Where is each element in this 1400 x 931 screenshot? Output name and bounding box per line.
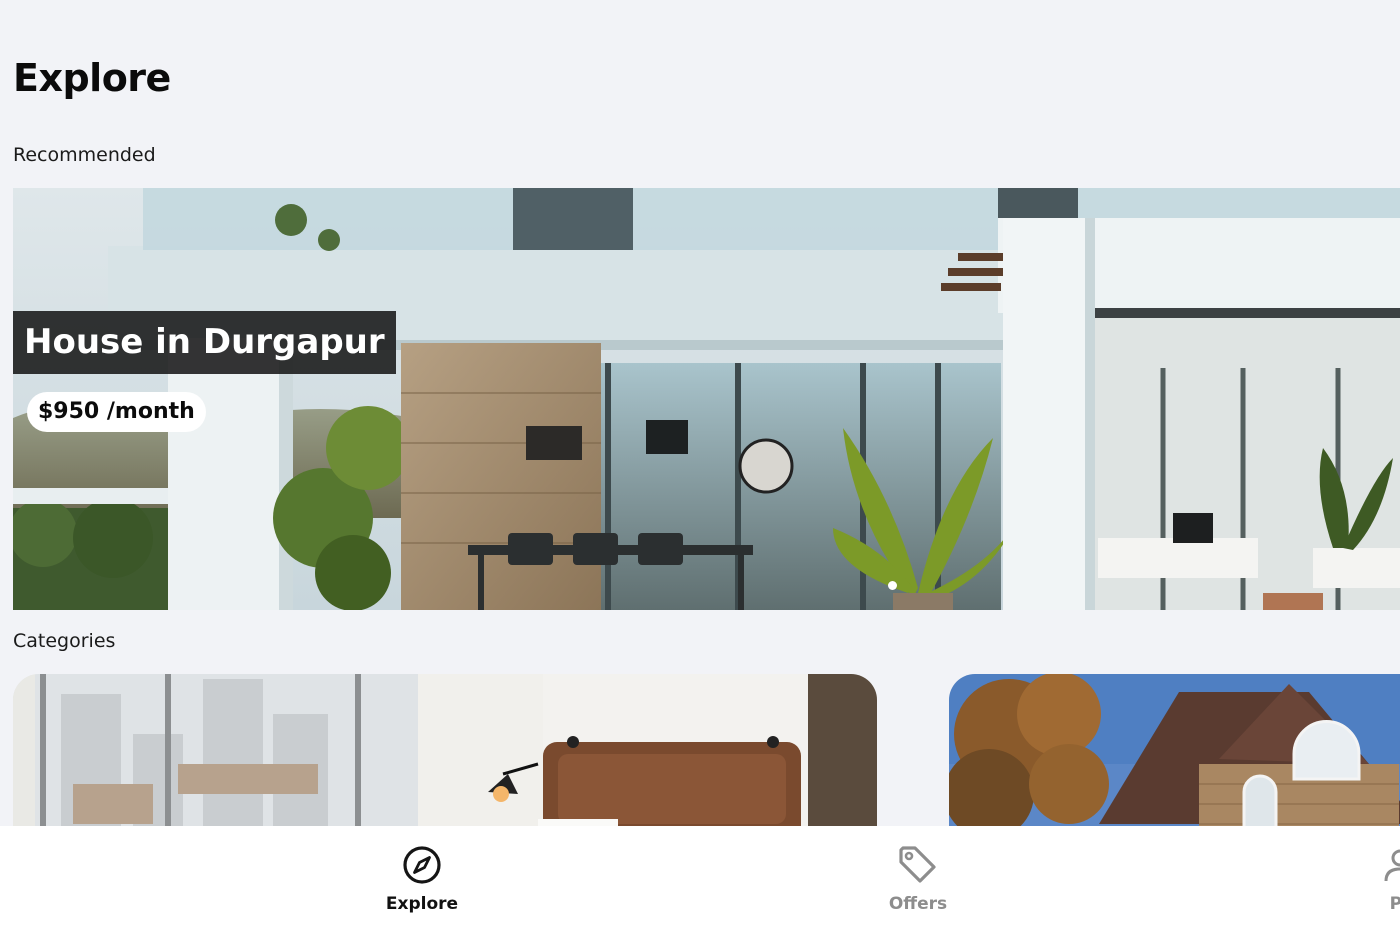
pagination-dot-active[interactable] (888, 581, 897, 590)
nav-item-offers[interactable]: Offers (848, 844, 988, 914)
nav-label-profile: Pr (1389, 894, 1400, 914)
section-label-recommended: Recommended (13, 144, 156, 166)
nav-label-offers: Offers (888, 894, 948, 914)
section-label-categories: Categories (13, 630, 116, 652)
category-card[interactable] (949, 674, 1400, 844)
explore-screen: Explore Recommended House in Durgapur $9… (0, 0, 1400, 931)
page-title: Explore (13, 56, 171, 100)
nav-label-explore: Explore (385, 894, 459, 914)
category-card[interactable] (13, 674, 877, 844)
bedroom-photo (13, 674, 877, 844)
nav-item-explore[interactable]: Explore (352, 844, 492, 914)
carousel-pagination (888, 581, 897, 590)
tag-icon (899, 846, 936, 883)
brick-house-photo (949, 674, 1400, 844)
price-badge: $950 /month (27, 392, 206, 432)
nav-item-profile[interactable]: Pr (1330, 844, 1400, 914)
compass-icon (403, 846, 441, 884)
bottom-nav: Explore Offers Pr (0, 826, 1400, 931)
recommended-carousel[interactable]: House in Durgapur $950 /month (13, 188, 1400, 610)
profile-icon (1384, 849, 1400, 882)
recommended-title[interactable]: House in Durgapur (13, 311, 396, 374)
house-photo (13, 188, 1400, 610)
